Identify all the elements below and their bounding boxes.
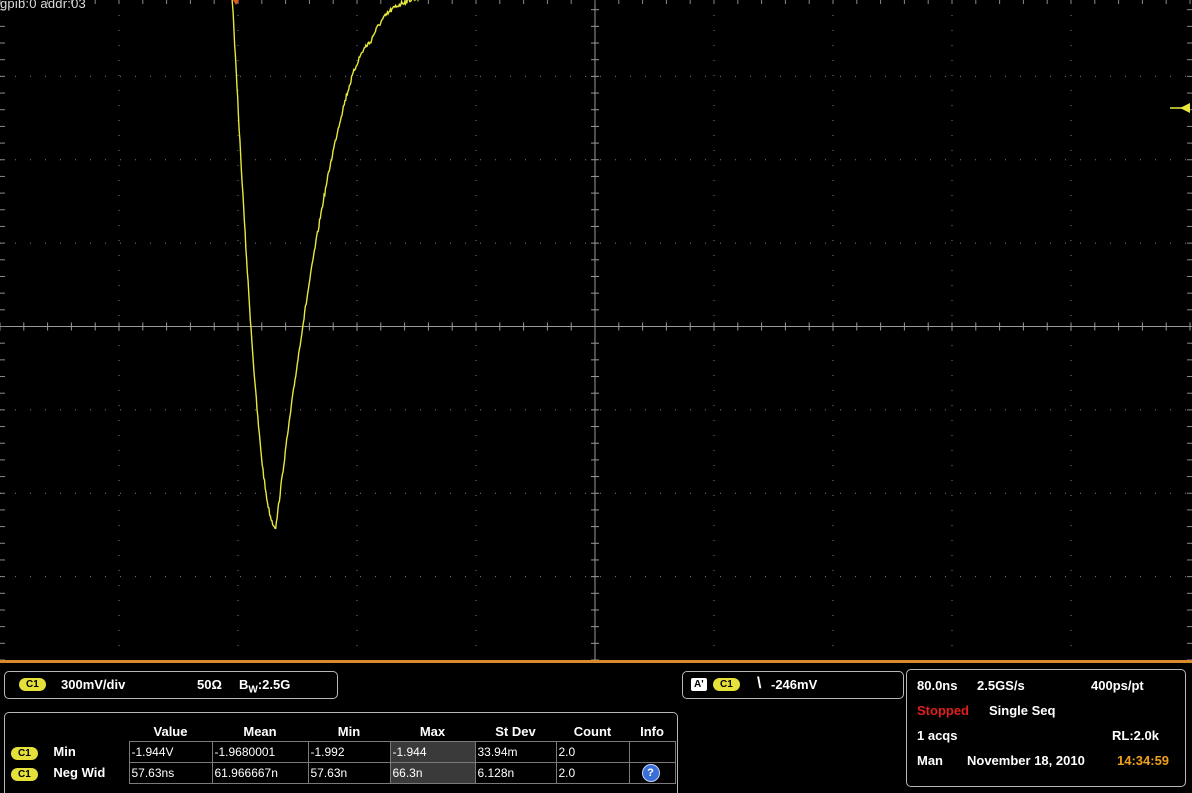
acquisition-state: Stopped xyxy=(917,703,969,718)
measurement-name: Min xyxy=(53,744,76,760)
channel-badge: C1 xyxy=(19,678,46,691)
table-cell: -1.992 xyxy=(307,741,391,763)
bandwidth-limit: BW:2.5G xyxy=(239,677,291,696)
col-header: Min xyxy=(337,723,361,739)
trigger-level: -246mV xyxy=(771,677,818,692)
measurements-table: Value Mean Min Max St Dev Count Info C1 … xyxy=(5,721,676,784)
col-header: St Dev xyxy=(495,723,536,739)
table-cell: 66.3n xyxy=(389,762,476,784)
time-per-div: 80.0ns xyxy=(917,678,958,693)
resolution: 400ps/pt xyxy=(1091,678,1144,693)
table-row[interactable]: C1 Min -1.944V -1.9680001 -1.992 -1.944 … xyxy=(5,741,676,763)
table-cell: 57.63n xyxy=(307,762,391,784)
readout-panel: C1 300mV/div 50Ω BW:2.5G A' C1 \ -246mV … xyxy=(0,663,1192,793)
vertical-scale: 300mV/div xyxy=(61,677,126,692)
channel-badge: C1 xyxy=(11,767,38,781)
table-cell: 57.63ns xyxy=(128,762,213,784)
trigger-source-tag: A' xyxy=(691,678,707,691)
waveform-trace xyxy=(231,0,420,530)
acquisition-mode: Single Seq xyxy=(989,703,1056,718)
trigger-settings-box[interactable]: A' C1 \ -246mV xyxy=(682,671,904,699)
input-impedance: 50Ω xyxy=(197,677,222,692)
oscilloscope-display[interactable]: gpib:0 addr:03 xyxy=(0,0,1192,660)
col-header: Count xyxy=(573,723,612,739)
table-cell: 2.0 xyxy=(555,741,630,763)
vertical-settings-box[interactable]: C1 300mV/div 50Ω BW:2.5G xyxy=(4,671,338,699)
info-icon[interactable]: ? xyxy=(641,764,660,782)
row-label: C1 Neg Wid xyxy=(5,763,129,784)
trigger-mode: Man xyxy=(917,753,943,768)
table-cell: 2.0 xyxy=(555,762,630,784)
table-cell: 6.128n xyxy=(474,762,557,784)
record-length: RL:2.0k xyxy=(1112,728,1159,743)
date: November 18, 2010 xyxy=(967,753,1085,768)
graticule xyxy=(0,0,1192,660)
measurements-table-box: Value Mean Min Max St Dev Count Info C1 … xyxy=(4,712,678,793)
trigger-channel-badge: C1 xyxy=(713,678,740,691)
sample-rate: 2.5GS/s xyxy=(977,678,1025,693)
row-label: C1 Min xyxy=(5,742,129,763)
table-cell[interactable]: ? xyxy=(628,762,676,784)
col-header: Max xyxy=(419,723,446,739)
time: 14:34:59 xyxy=(1117,753,1170,768)
measurement-name: Neg Wid xyxy=(53,765,106,781)
table-cell xyxy=(628,741,676,763)
col-header: Info xyxy=(640,723,664,739)
horizontal-acquisition-box[interactable]: 80.0ns 2.5GS/s 400ps/pt Stopped Single S… xyxy=(906,669,1186,787)
table-cell: -1.944V xyxy=(128,741,213,763)
table-row[interactable]: C1 Neg Wid 57.63ns 61.966667n 57.63n 66.… xyxy=(5,762,676,784)
col-header: Value xyxy=(153,723,188,739)
table-cell: -1.944 xyxy=(389,741,476,763)
acquisition-count: 1 acqs xyxy=(917,728,958,743)
table-header-row: Value Mean Min Max St Dev Count Info xyxy=(5,721,675,742)
device-address-label: gpib:0 addr:03 xyxy=(0,0,86,11)
table-cell: 33.94m xyxy=(474,741,557,763)
channel-badge: C1 xyxy=(11,746,38,760)
table-cell: 61.966667n xyxy=(211,762,309,784)
table-cell: -1.9680001 xyxy=(211,741,309,763)
col-header: Mean xyxy=(243,723,277,739)
falling-edge-icon: \ xyxy=(757,675,762,692)
